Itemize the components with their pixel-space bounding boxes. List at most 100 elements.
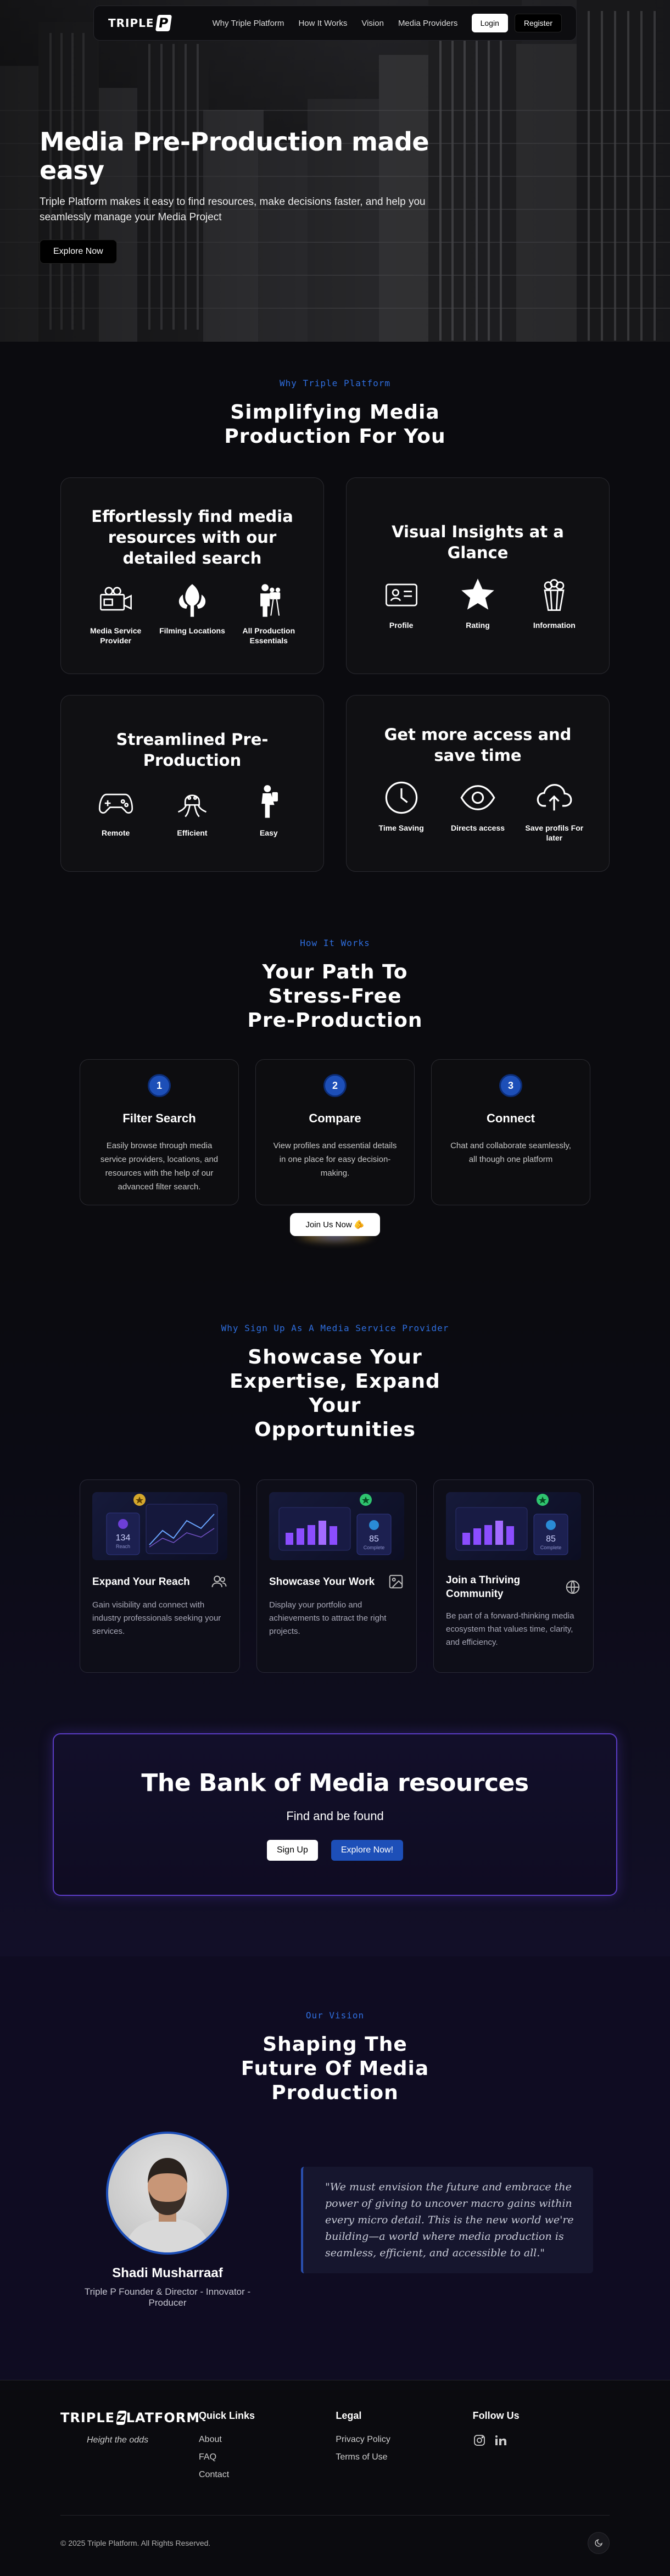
theme-toggle-button[interactable] [588,2532,610,2554]
feature-item: Efficient [157,784,228,838]
showcase-card-work: 85 Complete Showcase Your Work Display y… [256,1479,417,1673]
step-card-connect: 3 Connect Chat and collaborate seamlessl… [431,1059,590,1205]
work-illustration: 85 Complete [269,1492,404,1560]
showcase-card-reach: 134 Reach Expand Your Reach Gain visibil… [80,1479,240,1673]
showcase-eyebrow: Why Sign Up As A Media Service Provider [221,1323,449,1333]
join-us-button[interactable]: Join Us Now 🫵 [290,1213,380,1236]
gamepad-icon [98,793,133,814]
showcase-card-desc: Display your portfolio and achievements … [269,1600,387,1636]
nav-link-why[interactable]: Why Triple Platform [213,19,284,28]
founder-profile: Shadi Musharraaf Triple P Founder & Dire… [77,2132,258,2308]
footer-brand: TRIPLE Z LATFORM Height the odds [60,2410,199,2488]
instagram-icon[interactable] [473,2434,486,2447]
feature-card-search: Effortlessly find media resources with o… [60,477,324,674]
eye-icon [460,785,495,810]
feature-item: All Production Essentials [233,582,304,646]
feature-card-access: Get more access and save time Time Savin… [346,695,610,872]
footer-link-faq[interactable]: FAQ [199,2452,336,2462]
hero: Media Pre-Production made easy Triple Pl… [0,0,670,342]
footer-link-terms[interactable]: Terms of Use [336,2452,472,2462]
reach-stat-label: Reach [116,1544,130,1549]
feature-item: Save profils For later [518,779,590,843]
clock-icon [385,781,417,814]
feature-card-insights: Visual Insights at a Glance Profile Rati… [346,477,610,674]
hero-subtitle: Triple Platform makes it easy to find re… [40,196,426,223]
nav-wrapper: TRIPLE P Why Triple Platform How It Work… [0,5,670,41]
feature-item: Rating [442,576,513,630]
nav-link-how[interactable]: How It Works [298,19,347,28]
feature-card-streamlined: Streamlined Pre-Production Remote Effici… [60,695,324,872]
showcase-card-desc: Gain visibility and connect with industr… [92,1600,221,1636]
feature-card-title: Streamlined Pre-Production [116,730,269,770]
step-number: 1 [148,1074,171,1097]
feature-grid: Effortlessly find media resources with o… [60,477,610,872]
community-illustration: 85 Complete [446,1492,581,1560]
step-desc: Easily browse through media service prov… [100,1141,219,1192]
hero-title: Media Pre-Production made easy [40,127,429,185]
showcase-card-desc: Be part of a forward-thinking media ecos… [446,1611,574,1647]
avatar [106,2132,229,2255]
feature-item: Profile [366,576,437,630]
logo-text: TRIPLE [108,16,154,30]
tree-icon [178,584,206,617]
hero-content: Media Pre-Production made easy Triple Pl… [40,127,457,264]
feature-card-title: Get more access and save time [384,725,572,765]
steps: 1 Filter Search Easily browse through me… [80,1059,590,1205]
feature-item: Directs access [442,779,513,843]
step-number: 3 [499,1074,522,1097]
footer: TRIPLE Z LATFORM Height the odds Quick L… [0,2380,670,2576]
step-card-compare: 2 Compare View profiles and essential de… [255,1059,415,1205]
feature-item: Remote [80,784,152,838]
footer-logo[interactable]: TRIPLE Z LATFORM [60,2410,199,2425]
why-eyebrow: Why Triple Platform [279,378,391,388]
explore-now-button[interactable]: Explore Now [40,240,117,264]
vision-quote: "We must envision the future and embrace… [301,2167,593,2273]
nav-link-vision[interactable]: Vision [361,19,384,28]
copyright: © 2025 Triple Platform. All Rights Reser… [60,2539,211,2547]
work-stat-label: Complete [364,1545,385,1550]
footer-link-contact[interactable]: Contact [199,2470,336,2480]
community-stat: 85 [546,1534,556,1544]
feature-item: Filming Locations [157,582,228,646]
linkedin-icon[interactable] [494,2434,507,2447]
logo-mark: P [155,15,172,31]
how-eyebrow: How It Works [300,938,370,948]
moon-icon [595,2539,602,2547]
showcase-card-title: Expand Your Reach [92,1576,190,1588]
vision-section: Our Vision Shaping The Future Of Media P… [0,1956,670,2380]
step-number: 2 [323,1074,347,1097]
explore-now-bank-button[interactable]: Explore Now! [331,1839,404,1861]
cloud-upload-icon [537,784,572,811]
popcorn-icon [544,579,565,611]
page: TRIPLE P Why Triple Platform How It Work… [0,0,670,2576]
sign-up-button[interactable]: Sign Up [266,1839,318,1861]
nav-link-media-providers[interactable]: Media Providers [398,19,457,28]
why-section: Why Triple Platform Simplifying Media Pr… [0,342,670,872]
vision-title: Shaping The Future Of Media Production [241,2033,429,2104]
globe-icon [566,1580,580,1594]
crew-icon [260,584,281,617]
step-card-filter: 1 Filter Search Easily browse through me… [80,1059,239,1205]
bank-tagline: Find and be found [286,1809,384,1823]
how-section: How It Works Your Path To Stress-Free Pr… [0,872,670,1268]
step-title: Compare [309,1111,361,1125]
feature-item: Time Saving [366,779,437,843]
showcase-cards: 134 Reach Expand Your Reach Gain visibil… [80,1479,594,1673]
camera-icon [99,587,132,611]
bank-title: The Bank of Media resources [141,1768,529,1797]
feature-item: Media Service Provider [80,582,152,646]
nav-links: Why Triple Platform How It Works Vision … [213,19,458,28]
footer-link-about[interactable]: About [199,2435,336,2445]
register-button[interactable]: Register [514,14,562,32]
why-title: Simplifying Media Production For You [224,401,446,448]
founder-role: Triple P Founder & Director - Innovator … [84,2286,251,2308]
logo[interactable]: TRIPLE P [108,15,172,31]
feature-card-title: Visual Insights at a Glance [392,522,564,562]
vision-eyebrow: Our Vision [305,2010,365,2021]
footer-link-privacy[interactable]: Privacy Policy [336,2435,472,2445]
star-icon [461,578,494,610]
login-button[interactable]: Login [471,14,508,32]
nav-actions: Login Register [471,14,562,32]
bank-banner: The Bank of Media resources Find and be … [53,1733,617,1896]
community-stat-label: Complete [540,1545,562,1550]
